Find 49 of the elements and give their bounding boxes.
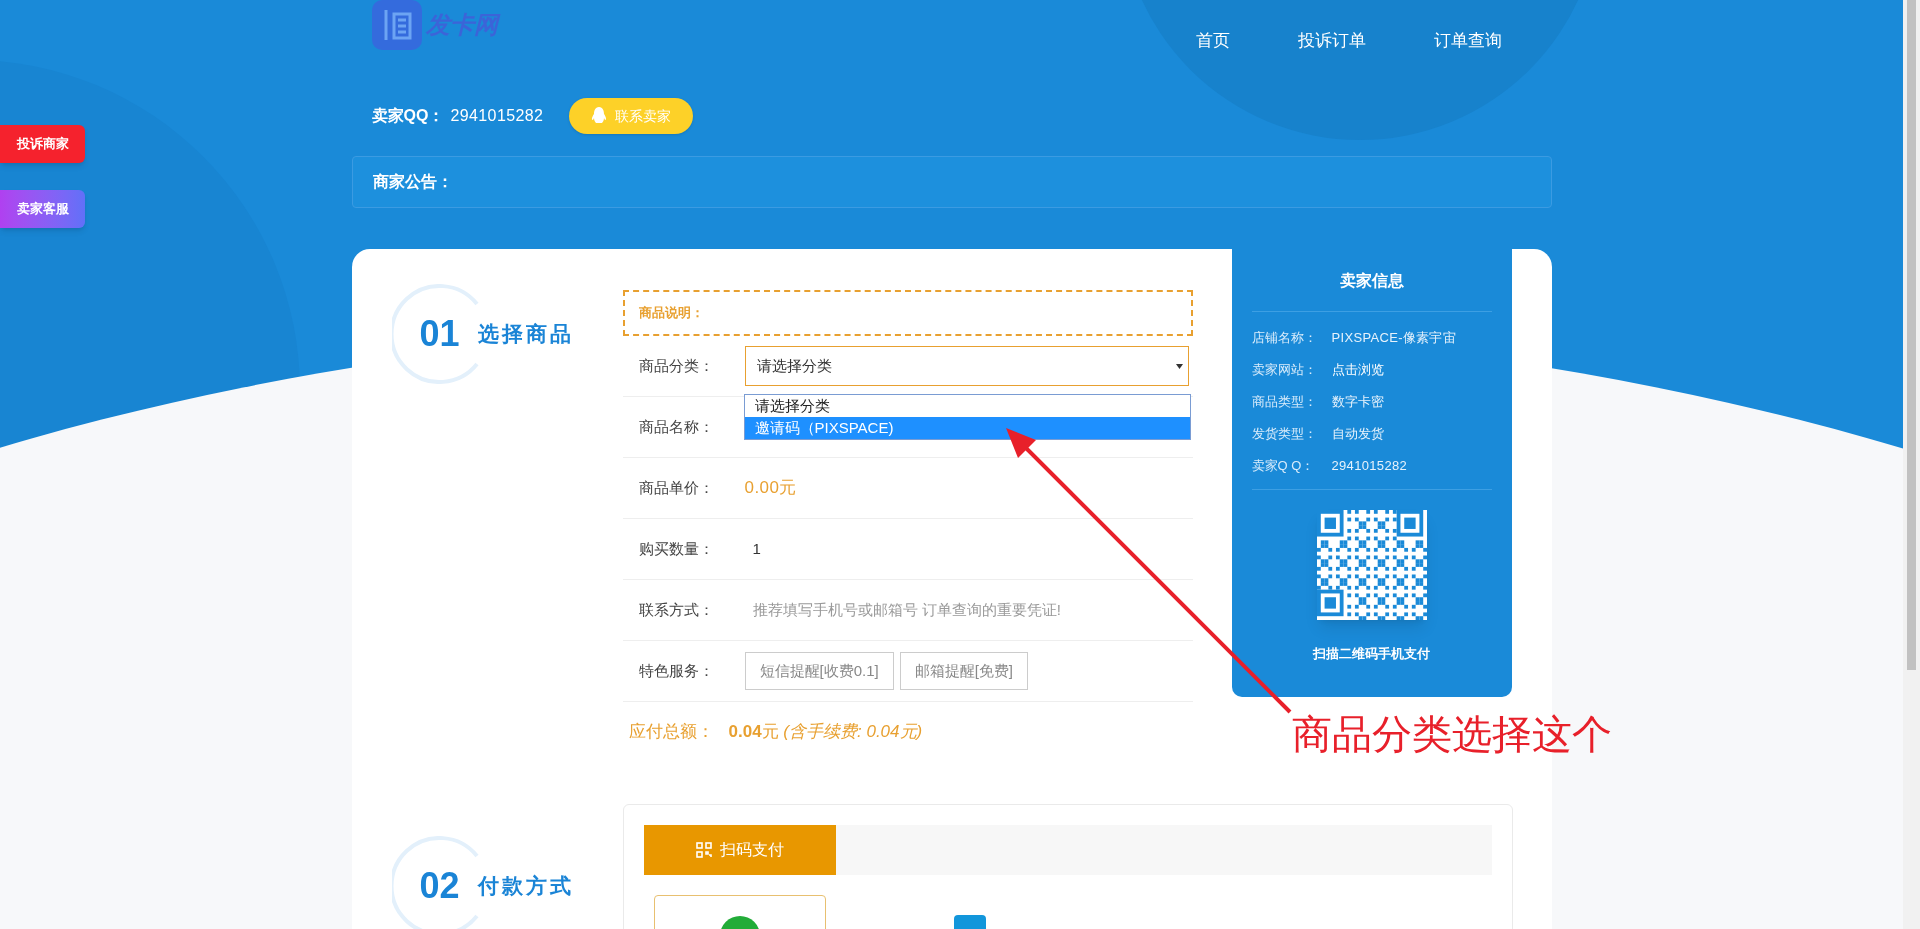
info-label: 卖家网站： bbox=[1251, 360, 1318, 379]
panel-title: 卖家信息 bbox=[1251, 249, 1492, 312]
side-float-button[interactable]: 投诉商家 bbox=[0, 125, 85, 163]
nav-link[interactable]: 首页 bbox=[1195, 28, 1230, 54]
seller-qq-number: 2941015282 bbox=[450, 106, 544, 126]
field-label: 商品分类： bbox=[638, 355, 715, 376]
nav-link[interactable]: 订单查询 bbox=[1433, 28, 1502, 54]
description-label: 商品说明： bbox=[638, 304, 704, 323]
quantity-value: 1 bbox=[752, 538, 761, 559]
penguin-icon bbox=[591, 107, 608, 125]
info-value: 数字卡密 bbox=[1331, 392, 1385, 411]
info-label: 店铺名称： bbox=[1251, 328, 1318, 347]
info-label: 卖家Q Q： bbox=[1251, 456, 1316, 475]
payment-tab[interactable]: 扫码支付 bbox=[643, 825, 836, 875]
side-float-button[interactable]: 卖家客服 bbox=[0, 190, 85, 228]
field-label: 商品单价： bbox=[638, 477, 715, 498]
total-label: 应付总额： bbox=[628, 721, 715, 744]
dropdown-caret-icon bbox=[1175, 364, 1183, 369]
logo-icon bbox=[371, 0, 422, 50]
qr-caption: 扫描二维码手机支付 bbox=[1311, 645, 1431, 663]
qr-code-icon bbox=[695, 842, 712, 858]
step-number: 01 bbox=[419, 312, 460, 356]
notice-label: 商家公告： bbox=[372, 172, 453, 192]
field-label: 购买数量： bbox=[638, 538, 715, 559]
category-select[interactable]: 请选择分类 bbox=[744, 346, 1189, 386]
service-option-button[interactable]: 短信提醒[收费0.1] bbox=[744, 652, 894, 690]
scrollbar[interactable] bbox=[1903, 0, 1920, 929]
info-label: 发货类型： bbox=[1251, 424, 1318, 443]
contact-input-field[interactable]: 推荐填写手机号或邮箱号 订单查询的重要凭证! bbox=[752, 598, 1193, 622]
total-amount: 0.04元 (含手续费: 0.04元) bbox=[728, 721, 923, 744]
step-title: 付款方式 bbox=[477, 873, 574, 900]
unit-price: 0.00元 bbox=[744, 477, 797, 500]
seller-qq-label: 卖家QQ： bbox=[371, 106, 445, 126]
service-option-button[interactable]: 邮箱提醒[免费] bbox=[899, 652, 1029, 690]
field-label: 商品名称： bbox=[638, 416, 715, 437]
dropdown-option[interactable]: 邀请码（PIXSPACE) bbox=[744, 417, 1190, 439]
field-label: 联系方式： bbox=[638, 599, 715, 620]
info-value: 2941015282 bbox=[1331, 456, 1408, 475]
step-title: 选择商品 bbox=[477, 321, 574, 348]
dropdown-option[interactable]: 请选择分类 bbox=[744, 395, 1190, 417]
info-label: 商品类型： bbox=[1251, 392, 1318, 411]
nav-link[interactable]: 投诉订单 bbox=[1297, 28, 1366, 54]
field-label: 特色服务： bbox=[638, 660, 715, 681]
annotation-text: 商品分类选择这个 bbox=[1292, 711, 1612, 758]
seller-website-link[interactable]: 点击浏览 bbox=[1331, 359, 1384, 380]
qr-code-icon bbox=[1316, 510, 1427, 620]
step-number: 02 bbox=[419, 864, 460, 908]
info-value: PIXSPACE-像素宇宙 bbox=[1331, 328, 1457, 347]
info-value: 自动发货 bbox=[1331, 424, 1385, 443]
